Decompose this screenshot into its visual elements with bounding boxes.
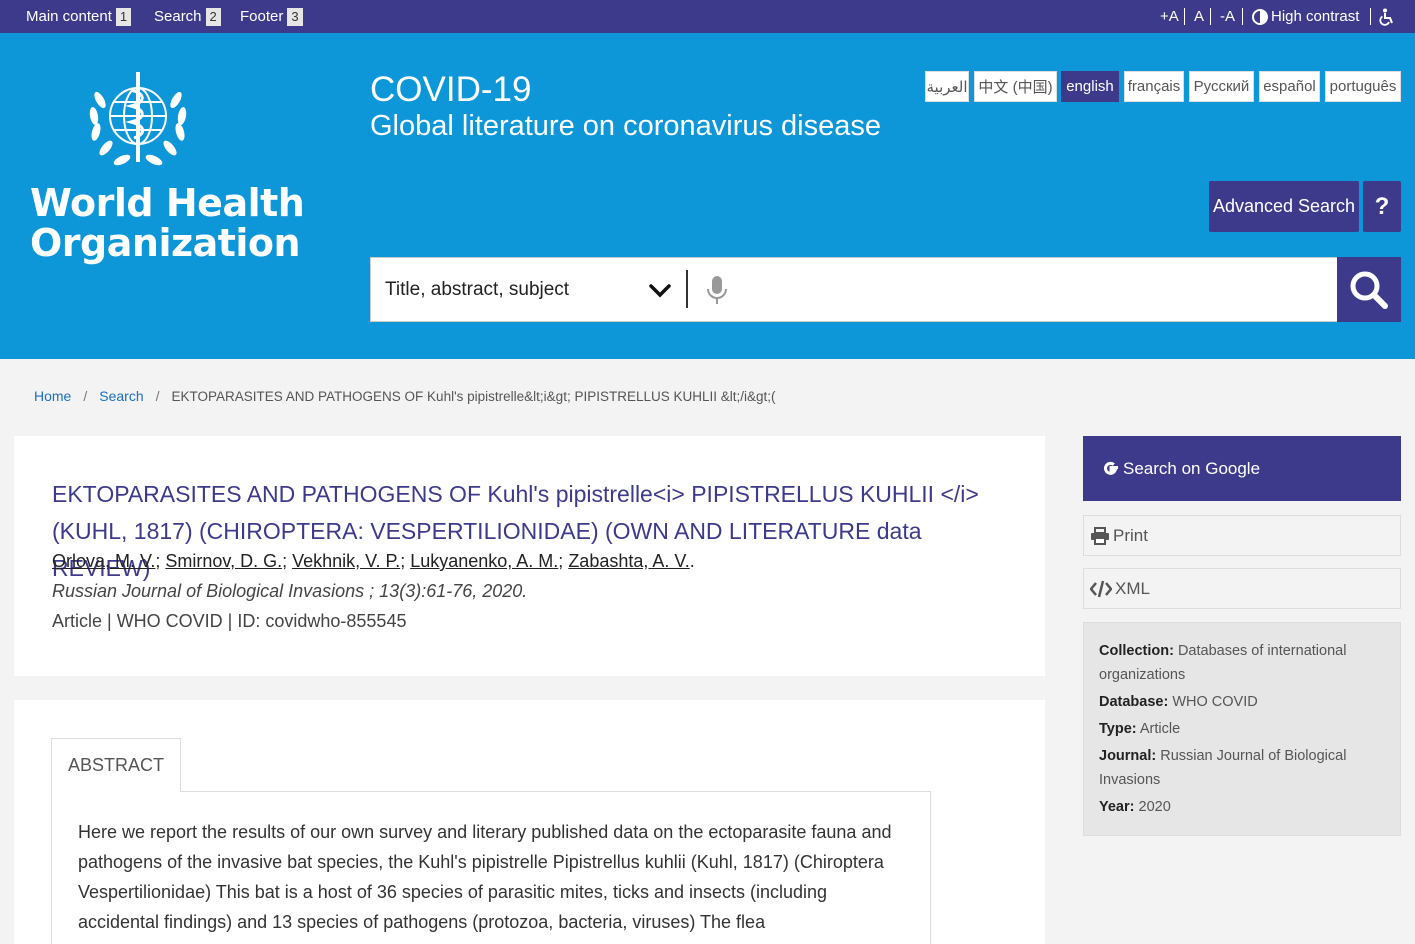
skip-link-shortcut: 3 (287, 7, 303, 26)
site-subtitle: Global literature on coronavirus disease (370, 110, 881, 142)
help-button[interactable]: ? (1363, 181, 1401, 232)
site-header: World Health Organization COVID-19 Globa… (0, 33, 1415, 359)
info-database: Database: WHO COVID (1099, 690, 1385, 714)
breadcrumb-separator: / (155, 388, 160, 404)
google-button-label: Search on Google (1123, 458, 1261, 478)
google-icon (1104, 461, 1118, 475)
skip-link-shortcut: 1 (115, 7, 132, 26)
who-name-line1: World Health (30, 181, 305, 225)
author-link[interactable]: Vekhnik, V. P. (292, 551, 400, 571)
search-submit-button[interactable] (1337, 257, 1401, 322)
tab-abstract[interactable]: ABSTRACT (51, 738, 181, 792)
skip-footer-link[interactable]: Footer 3 (240, 0, 303, 33)
skip-search-link[interactable]: Search 2 (154, 0, 221, 33)
lang-french[interactable]: français (1124, 71, 1184, 102)
record-meta: Article | WHO COVID | ID: covidwho-85554… (52, 611, 407, 631)
print-label: Print (1113, 525, 1148, 545)
print-button[interactable]: Print (1083, 515, 1401, 556)
who-name-line2: Organization (30, 221, 301, 265)
info-value: Article (1139, 721, 1181, 737)
info-collection: Collection: Databases of international o… (1099, 639, 1385, 687)
record-info-box: Collection: Databases of international o… (1083, 622, 1401, 836)
search-icon (1350, 271, 1388, 309)
xml-button[interactable]: XML (1083, 568, 1401, 609)
site-title[interactable]: COVID-19 (370, 70, 531, 110)
divider (1184, 8, 1185, 25)
chevron-down-icon[interactable] (648, 278, 672, 302)
breadcrumb-current: EKTOPARASITES AND PATHOGENS OF Kuhl's pi… (171, 388, 776, 404)
author-link[interactable]: Zabashta, A. V. (568, 551, 689, 571)
font-increase-button[interactable]: +A (1160, 0, 1179, 33)
advanced-search-button[interactable]: Advanced Search (1209, 181, 1359, 232)
author-link[interactable]: Lukyanenko, A. M. (410, 551, 558, 571)
breadcrumb-search-link[interactable]: Search (99, 388, 143, 404)
info-type: Type: Article (1099, 717, 1385, 741)
abstract-card: ABSTRACT Here we report the results of o… (14, 700, 1045, 944)
lang-spanish[interactable]: español (1259, 71, 1320, 102)
author-link[interactable]: Orlova, M. V. (52, 551, 155, 571)
divider (1242, 8, 1243, 25)
wheelchair-icon (1379, 8, 1393, 26)
font-reset-button[interactable]: A (1194, 0, 1204, 33)
info-label: Type: (1099, 721, 1137, 737)
xml-label: XML (1115, 578, 1150, 598)
author-link[interactable]: Smirnov, D. G. (165, 551, 282, 571)
divider (686, 270, 688, 308)
contrast-icon (1252, 8, 1268, 25)
info-label: Collection: (1099, 643, 1174, 659)
font-decrease-button[interactable]: -A (1220, 0, 1235, 33)
search-bar: Title, abstract, subject (370, 257, 1401, 322)
info-journal: Journal: Russian Journal of Biological I… (1099, 744, 1385, 792)
search-field-label: Title, abstract, subject (385, 278, 570, 300)
high-contrast-label: High contrast (1271, 8, 1360, 25)
accessibility-button[interactable] (1378, 0, 1396, 33)
breadcrumb: Home / Search / EKTOPARASITES AND PATHOG… (34, 388, 776, 404)
who-emblem-logo[interactable] (76, 70, 200, 176)
breadcrumb-home-link[interactable]: Home (34, 388, 71, 404)
info-label: Journal: (1099, 748, 1157, 764)
info-label: Database: (1099, 694, 1169, 710)
search-on-google-button[interactable]: Search on Google (1083, 436, 1401, 501)
lang-english[interactable]: english (1061, 71, 1119, 102)
record-journal: Russian Journal of Biological Invasions … (52, 581, 528, 601)
divider (1370, 8, 1371, 25)
skip-link-label: Footer (240, 8, 284, 25)
info-value: 2020 (1138, 799, 1171, 815)
code-icon (1090, 580, 1112, 597)
breadcrumb-separator: / (83, 388, 88, 404)
lang-chinese[interactable]: 中文 (中国) (974, 71, 1057, 102)
lang-arabic[interactable]: العربية (925, 71, 969, 102)
print-icon (1091, 526, 1109, 545)
record-authors: Orlova, M. V.; Smirnov, D. G.; Vekhnik, … (52, 551, 695, 571)
who-wordmark[interactable]: World Health Organization (30, 181, 305, 265)
info-value: WHO COVID (1172, 694, 1258, 710)
skip-link-shortcut: 2 (205, 7, 221, 26)
accessibility-bar: Main content 1 Search 2 Footer 3 +A A -A… (0, 0, 1415, 33)
skip-main-content-link[interactable]: Main content 1 (26, 0, 132, 33)
info-year: Year: 2020 (1099, 795, 1385, 819)
skip-link-label: Main content (26, 8, 112, 25)
high-contrast-button[interactable]: High contrast (1252, 0, 1359, 33)
divider (1210, 8, 1211, 25)
record-card: EKTOPARASITES AND PATHOGENS OF Kuhl's pi… (14, 436, 1045, 676)
abstract-panel: Here we report the results of our own su… (51, 791, 931, 944)
lang-portuguese[interactable]: português (1325, 71, 1401, 102)
search-field-select[interactable]: Title, abstract, subject (385, 258, 569, 321)
info-label: Year: (1099, 799, 1135, 815)
skip-link-label: Search (154, 8, 202, 25)
microphone-icon[interactable] (706, 275, 728, 305)
lang-russian[interactable]: Русский (1189, 71, 1254, 102)
abstract-text: Here we report the results of our own su… (78, 822, 892, 932)
